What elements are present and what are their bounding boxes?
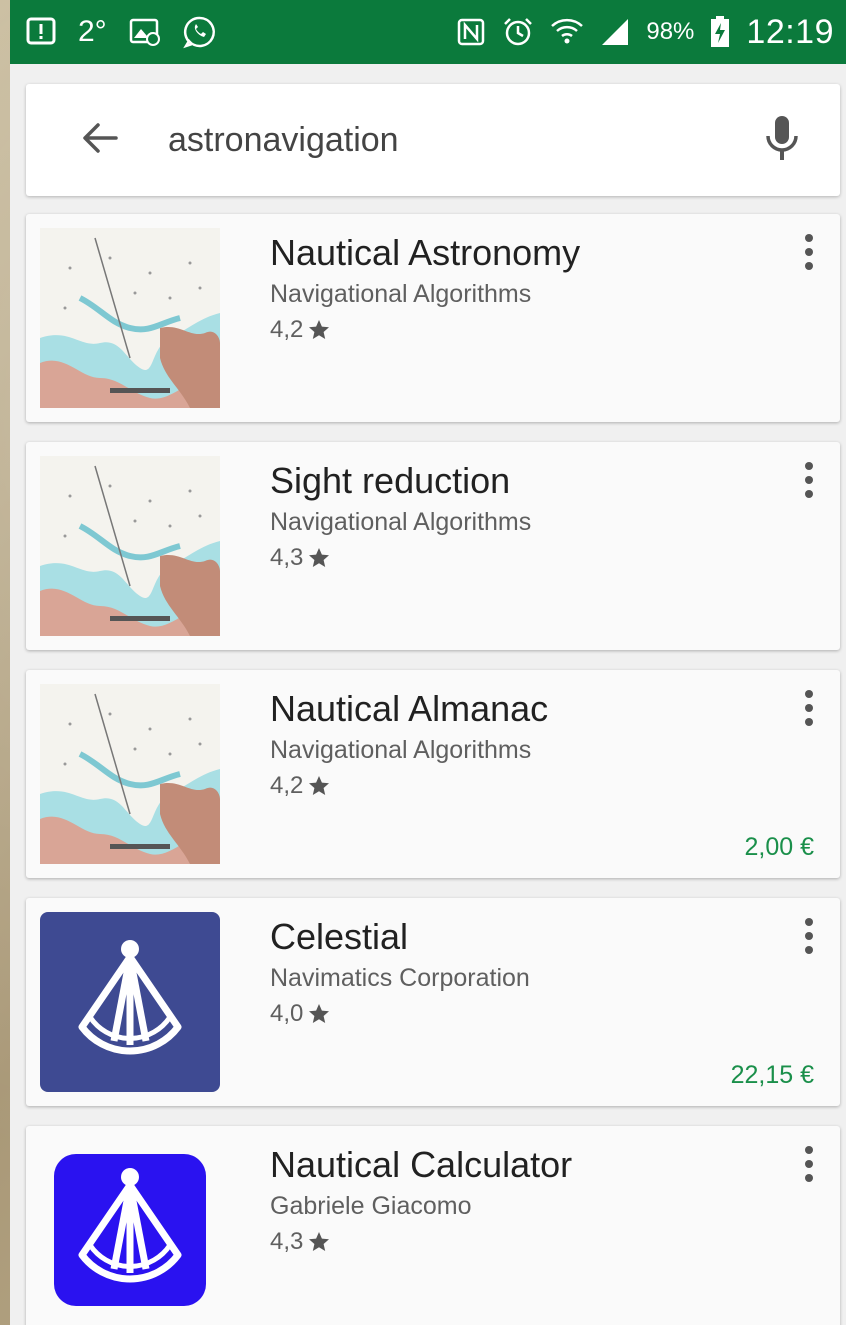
nfc-icon [456, 17, 486, 47]
star-icon [307, 1002, 331, 1026]
app-title: Nautical Almanac [270, 688, 549, 729]
app-title: Nautical Astronomy [270, 232, 581, 273]
battery-charging-icon [710, 16, 730, 48]
rating-value: 4,3 [270, 1228, 304, 1255]
back-button[interactable] [70, 110, 130, 170]
app-title: Nautical Calculator [270, 1144, 573, 1185]
wifi-icon [550, 16, 584, 48]
sextant-icon[interactable] [40, 912, 220, 1092]
more-options-button[interactable] [794, 232, 824, 276]
star-icon [307, 774, 331, 798]
app-developer[interactable]: Gabriele Giacomo [270, 1192, 471, 1221]
temperature-text: 2° [78, 15, 107, 48]
rating-value: 4,3 [270, 544, 304, 571]
signal-icon [600, 17, 630, 47]
voice-search-button[interactable] [758, 110, 806, 170]
app-developer[interactable]: Navigational Algorithms [270, 508, 531, 537]
app-rating: 4,2 [270, 772, 331, 800]
app-title: Celestial [270, 916, 409, 957]
sextant-icon[interactable] [40, 1140, 220, 1320]
notification-alert-icon [26, 17, 56, 47]
status-bar: 2° 98% 12:19 [10, 0, 846, 64]
rating-value: 4,2 [270, 772, 304, 799]
app-developer[interactable]: Navigational Algorithms [270, 280, 531, 309]
whatsapp-icon [182, 15, 217, 49]
app-result-card[interactable]: Nautical Almanac Navigational Algorithms… [26, 670, 840, 878]
more-options-button[interactable] [794, 460, 824, 504]
arrow-back-icon [80, 118, 120, 163]
app-rating: 4,2 [270, 316, 331, 344]
app-developer[interactable]: Navimatics Corporation [270, 964, 530, 993]
star-icon [307, 1230, 331, 1254]
search-bar [26, 84, 840, 196]
more-options-button[interactable] [794, 1144, 824, 1188]
nautical-chart-thumbnail[interactable] [40, 684, 220, 864]
app-rating: 4,3 [270, 544, 331, 572]
app-title: Sight reduction [270, 460, 511, 501]
more-vert-icon [804, 232, 814, 277]
clock: 12:19 [746, 12, 834, 51]
app-result-card[interactable]: Nautical Astronomy Navigational Algorith… [26, 214, 840, 422]
nautical-chart-thumbnail[interactable] [40, 228, 220, 408]
more-vert-icon [804, 916, 814, 961]
app-price: 22,15 € [730, 1061, 814, 1089]
alarm-icon [502, 16, 534, 48]
search-input[interactable] [168, 120, 728, 160]
battery-percent: 98% [646, 18, 695, 45]
app-price: 2,00 € [744, 833, 814, 861]
app-rating: 4,0 [270, 1000, 331, 1028]
app-rating: 4,3 [270, 1228, 331, 1256]
phone-screen: 2° 98% 12:19 astronavigation Nautical As… [10, 0, 846, 1325]
image-notification-icon [129, 17, 161, 47]
nautical-chart-thumbnail[interactable] [40, 456, 220, 636]
microphone-icon [764, 114, 800, 167]
more-options-button[interactable] [794, 688, 824, 732]
more-vert-icon [804, 688, 814, 733]
app-developer[interactable]: Navigational Algorithms [270, 736, 531, 765]
more-vert-icon [804, 460, 814, 505]
more-options-button[interactable] [794, 916, 824, 960]
rating-value: 4,2 [270, 316, 304, 343]
app-result-card[interactable]: Celestial Navimatics Corporation 4,0 22,… [26, 898, 840, 1106]
star-icon [307, 318, 331, 342]
star-icon [307, 546, 331, 570]
app-result-card[interactable]: Nautical Calculator Gabriele Giacomo 4,3 [26, 1126, 840, 1325]
app-result-card[interactable]: Sight reduction Navigational Algorithms … [26, 442, 840, 650]
more-vert-icon [804, 1144, 814, 1189]
results-list: Nautical Astronomy Navigational Algorith… [26, 214, 840, 1325]
rating-value: 4,0 [270, 1000, 304, 1027]
